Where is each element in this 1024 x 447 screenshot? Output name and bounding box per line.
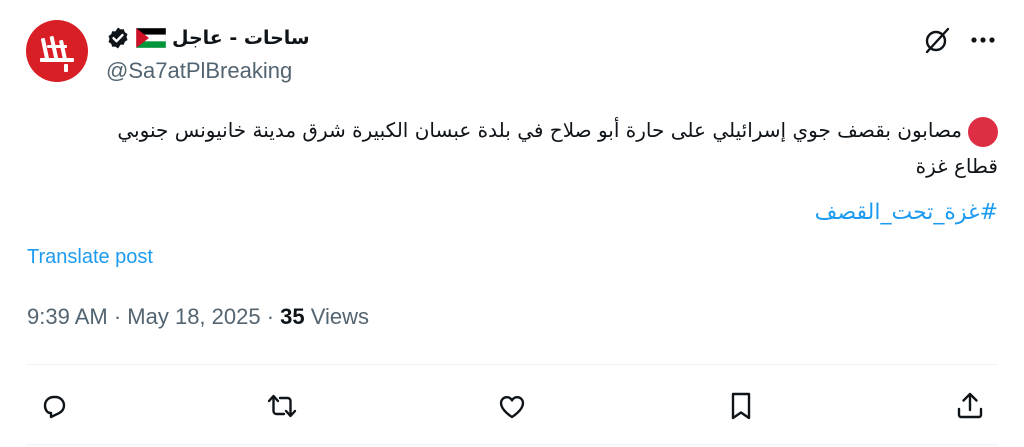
tweet-date[interactable]: May 18, 2025	[127, 304, 260, 330]
grok-icon[interactable]	[921, 24, 953, 56]
verified-badge-icon	[108, 27, 128, 49]
bookmark-button[interactable]	[723, 388, 759, 424]
like-button[interactable]	[494, 388, 530, 424]
more-options-icon[interactable]	[968, 26, 998, 54]
views-count[interactable]: 35	[280, 304, 304, 330]
bookmark-icon	[731, 392, 751, 420]
reply-button[interactable]	[36, 388, 72, 424]
views-label[interactable]: Views	[305, 304, 369, 330]
translate-post-link[interactable]: Translate post	[27, 246, 153, 269]
palestine-flag-icon	[136, 28, 166, 48]
tweet-time[interactable]: 9:39 AM	[27, 304, 108, 330]
like-icon	[499, 396, 525, 419]
tweet-meta: 9:39 AM · May 18, 2025 · 35 Views	[27, 304, 369, 330]
divider-bottom	[26, 444, 998, 445]
action-bar	[0, 380, 1024, 432]
share-icon	[957, 392, 983, 419]
divider	[26, 364, 998, 365]
sa7at-logo	[40, 36, 74, 72]
avatar[interactable]	[26, 20, 88, 82]
reply-icon	[43, 395, 66, 419]
display-name[interactable]: ساحات - عاجل	[172, 27, 310, 49]
hashtag-link[interactable]: #غزة_تحت_القصف	[815, 200, 998, 225]
tweet-text-content: مصابون بقصف جوي إسرائيلي على حارة أبو صل…	[117, 118, 998, 178]
retweet-button[interactable]	[264, 388, 300, 424]
meta-separator: ·	[107, 304, 128, 329]
meta-separator-2: ·	[260, 304, 281, 329]
share-button[interactable]	[952, 388, 988, 424]
red-circle-emoji-icon	[968, 116, 998, 147]
retweet-icon	[267, 394, 297, 418]
tweet-text: مصابون بقصف جوي إسرائيلي على حارة أبو صل…	[98, 112, 998, 184]
user-handle[interactable]: @Sa7atPlBreaking	[106, 58, 292, 84]
author-name-row[interactable]: ساحات - عاجل	[106, 24, 310, 52]
